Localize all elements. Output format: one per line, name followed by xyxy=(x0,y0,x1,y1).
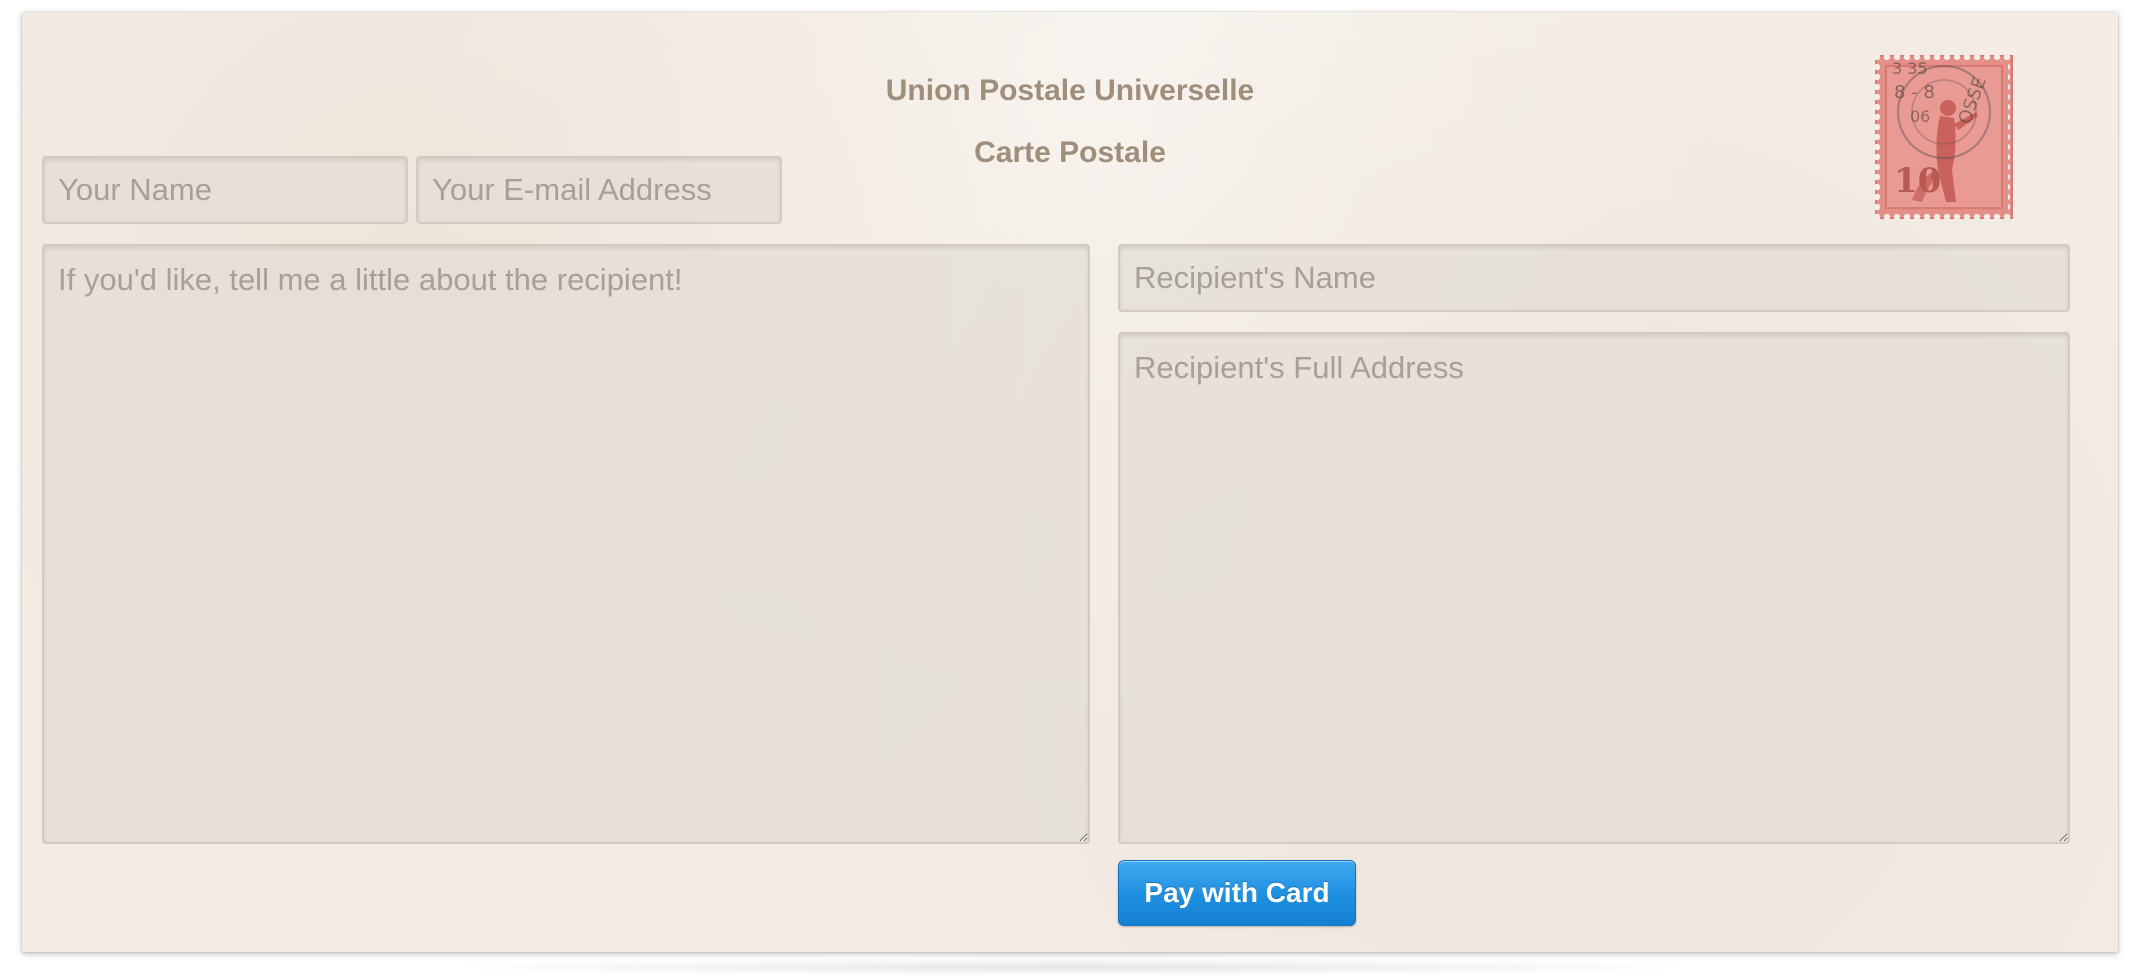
card-floor-shadow xyxy=(420,958,1720,976)
postcard: Union Postale Universelle Carte Postale … xyxy=(22,12,2118,952)
svg-text:06: 06 xyxy=(1910,107,1930,126)
your-email-input[interactable] xyxy=(416,156,782,224)
your-name-input[interactable] xyxy=(42,156,408,224)
svg-text:8 - 8: 8 - 8 xyxy=(1894,82,1935,103)
recipient-address-textarea[interactable] xyxy=(1118,332,2070,844)
recipient-description-textarea[interactable] xyxy=(42,244,1090,844)
postage-stamp-icon: 10 c 3 35 8 - 8 06 OSSE xyxy=(1872,52,2016,222)
pay-with-card-button[interactable]: Pay with Card xyxy=(1118,860,1356,926)
recipient-name-input[interactable] xyxy=(1118,244,2070,312)
svg-text:c: c xyxy=(1930,168,1938,184)
svg-text:3 35: 3 35 xyxy=(1892,59,1928,78)
postcard-title: Union Postale Universelle xyxy=(885,74,1255,107)
